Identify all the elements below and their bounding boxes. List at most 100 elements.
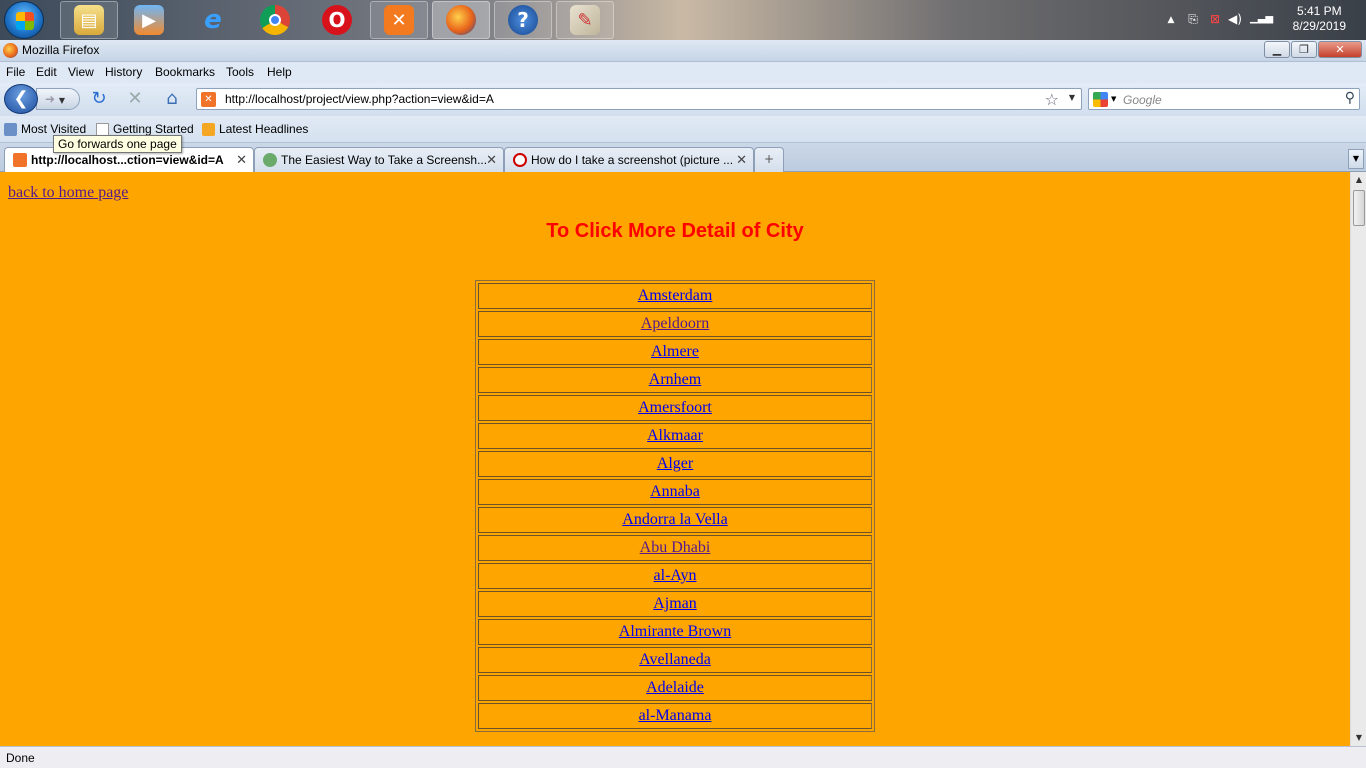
paint-icon: ✎ [570,5,600,35]
history-dropdown-icon[interactable]: ▼ [59,96,65,105]
city-link[interactable]: Arnhem [649,371,701,388]
search-icon[interactable]: ⚲ [1345,90,1355,106]
plus-icon: + [763,152,775,166]
folder-icon: ▤ [74,5,104,35]
internet-explorer-icon: e [204,5,222,35]
scroll-down-icon[interactable]: ▼ [1351,730,1366,746]
tab-label: The Easiest Way to Take a Screensh... [281,153,488,167]
forward-arrow-icon: ➜ [45,92,56,106]
tab-screenshot-guide[interactable]: The Easiest Way to Take a Screensh... ✕ [254,147,504,172]
taskbar-media-player[interactable]: ▶ [120,1,178,39]
city-link[interactable]: Annaba [650,483,700,500]
close-tab-icon[interactable]: ✕ [736,152,747,168]
new-tab-button[interactable]: + [754,147,784,172]
city-link[interactable]: Almirante Brown [619,623,731,640]
chevron-down-icon: ▼ [1352,154,1360,163]
taskbar-internet-explorer[interactable]: e [184,1,242,39]
bookmark-getting-started[interactable]: Getting Started [96,122,194,136]
list-all-tabs-button[interactable]: ▼ [1348,149,1364,169]
bookmark-star-icon[interactable]: ☆ [1045,90,1059,109]
forward-button[interactable]: ➜ ▼ [36,88,80,110]
city-link[interactable]: Alger [657,455,693,472]
back-button[interactable]: ❮ [4,84,38,114]
taskbar-file-explorer[interactable]: ▤ [60,1,118,39]
table-cell: Abu Dhabi [478,535,872,561]
url-bar[interactable]: ✕ http://localhost/project/view.php?acti… [196,88,1082,110]
google-engine-icon[interactable] [1093,92,1108,107]
bookmarks-toolbar: Most Visited Getting Started Latest Head… [0,116,1366,143]
scrollbar-thumb[interactable] [1353,190,1365,226]
opera-favicon-icon [513,153,527,167]
table-cell: Andorra la Vella [478,507,872,533]
close-tab-icon[interactable]: ✕ [486,152,497,168]
table-row: Avellaneda [478,647,872,673]
menu-file[interactable]: File [6,65,25,79]
network-disconnected-icon[interactable]: ⊠ [1208,12,1222,26]
taskbar-paint[interactable]: ✎ [556,1,614,39]
bookmark-most-visited[interactable]: Most Visited [4,122,86,136]
back-to-home-link[interactable]: back to home page [8,184,128,202]
window-titlebar: Mozilla Firefox ▁ ❐ ✕ [0,40,1366,62]
city-link[interactable]: Amsterdam [638,287,713,304]
most-visited-icon [4,122,17,136]
vertical-scrollbar[interactable]: ▲ ▼ [1350,172,1366,746]
close-tab-icon[interactable]: ✕ [236,152,247,168]
city-table: Amsterdam Apeldoorn Almere Arnhem Amersfoort… [475,280,875,732]
close-button[interactable]: ✕ [1318,41,1362,58]
city-link[interactable]: Alkmaar [647,427,703,444]
menu-edit[interactable]: Edit [36,65,57,79]
city-link[interactable]: Adelaide [646,679,704,696]
taskbar-help[interactable]: ? [494,1,552,39]
city-link[interactable]: Ajman [653,595,697,612]
menu-bookmarks[interactable]: Bookmarks [155,65,215,79]
menu-history[interactable]: History [105,65,142,79]
reload-icon[interactable]: ↻ [89,89,109,109]
tab-how-to-screenshot[interactable]: How do I take a screenshot (picture ... … [504,147,754,172]
table-row: Almere [478,339,872,365]
city-link[interactable]: Avellaneda [639,651,711,668]
url-text[interactable]: http://localhost/project/view.php?action… [225,92,494,106]
engine-dropdown-icon[interactable]: ▼ [1111,95,1116,103]
city-link[interactable]: Almere [651,343,699,360]
taskbar-chrome[interactable] [246,1,304,39]
taskbar-opera[interactable]: O [308,1,366,39]
stop-icon[interactable]: ✕ [125,89,145,109]
table-row: Abu Dhabi [478,535,872,561]
city-link[interactable]: Abu Dhabi [640,539,711,556]
home-icon[interactable]: ⌂ [162,89,182,109]
status-text: Done [6,751,35,765]
city-link[interactable]: al-Ayn [654,567,697,584]
tab-strip: http://localhost...ction=view&id=A ✕ The… [0,143,1366,173]
bookmark-latest-headlines[interactable]: Latest Headlines [202,122,308,136]
site-favicon-icon [263,153,277,167]
scroll-up-icon[interactable]: ▲ [1351,172,1366,188]
taskbar-xampp[interactable]: ✕ [370,1,428,39]
table-row: Annaba [478,479,872,505]
url-dropdown-icon[interactable]: ▼ [1069,93,1075,102]
safely-remove-hardware-icon[interactable]: ⎘ [1186,12,1200,26]
help-icon: ? [508,5,538,35]
table-cell: al-Manama [478,703,872,729]
menu-view[interactable]: View [68,65,94,79]
city-link[interactable]: Andorra la Vella [622,511,727,528]
signal-strength-icon[interactable]: ▁▃▅ [1250,12,1273,26]
volume-icon[interactable]: ◀) [1228,12,1242,26]
city-link[interactable]: Amersfoort [638,399,712,416]
minimize-button[interactable]: ▁ [1264,41,1290,58]
windows-logo-icon [16,12,34,30]
show-hidden-icons-icon[interactable]: ▲ [1164,13,1178,27]
table-row: al-Manama [478,703,872,729]
search-bar[interactable]: ▼ Google ⚲ [1088,88,1360,110]
menu-help[interactable]: Help [267,65,292,79]
system-tray: ▲ ⎘ ⊠ ◀) ▁▃▅ 5:41 PM 8/29/2019 [1156,0,1366,40]
city-link[interactable]: Apeldoorn [641,315,709,332]
start-button[interactable] [4,1,44,39]
opera-icon: O [322,5,352,35]
clock[interactable]: 5:41 PM 8/29/2019 [1293,4,1346,34]
clock-date: 8/29/2019 [1292,19,1346,33]
city-link[interactable]: al-Manama [639,707,712,724]
table-row: Amersfoort [478,395,872,421]
taskbar-firefox[interactable] [432,1,490,39]
restore-button[interactable]: ❐ [1291,41,1317,58]
menu-tools[interactable]: Tools [226,65,254,79]
